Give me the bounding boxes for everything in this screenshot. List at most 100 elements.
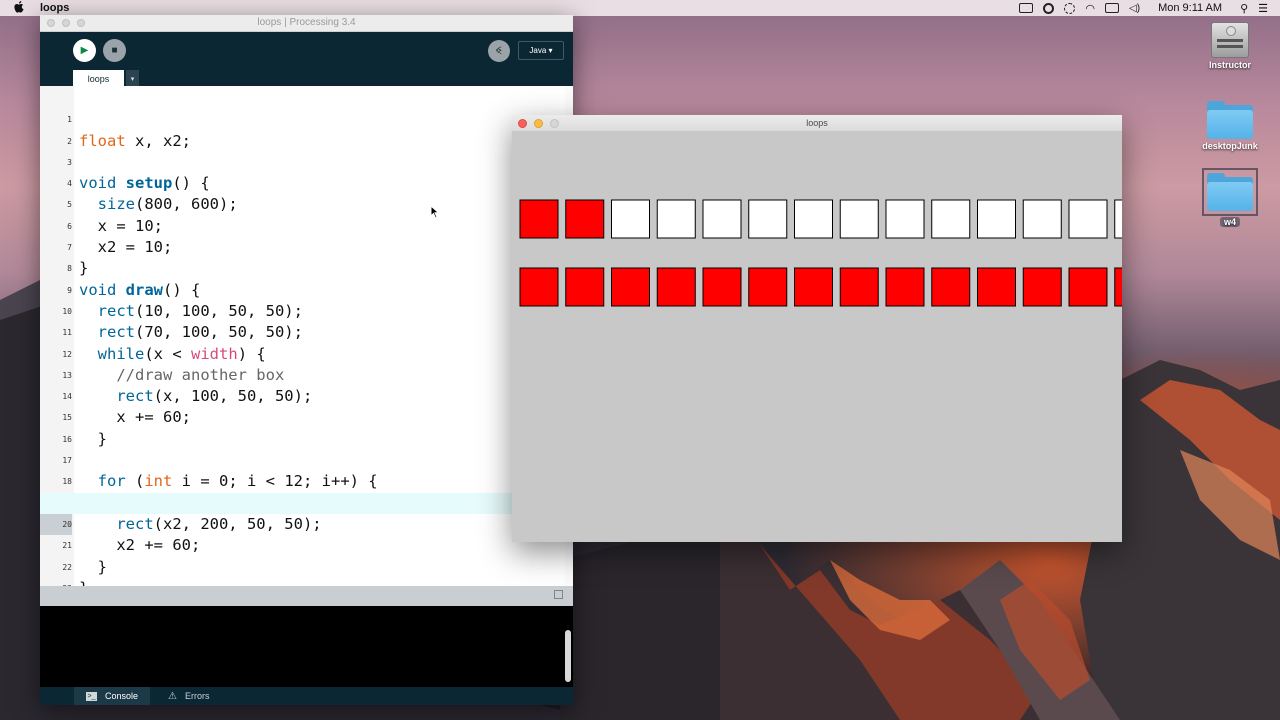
sketch-rect-row2 xyxy=(885,267,925,307)
code-line[interactable]: 11 while(x < width) { xyxy=(40,301,565,362)
code-line[interactable]: 22 } xyxy=(40,535,565,591)
mode-selector[interactable]: Java ▾ xyxy=(518,41,564,60)
status-area: ◠ ◁) Mon 9:11 AM ⚲ ☰ xyxy=(1019,0,1280,16)
code-line[interactable]: 13 rect(x, 100, 50, 50); xyxy=(40,344,565,405)
folder-icon xyxy=(1202,168,1258,216)
minimize-window-icon[interactable] xyxy=(62,19,70,27)
console-tabs: >_ Console ⚠ Errors xyxy=(40,687,573,705)
app-name[interactable]: loops xyxy=(40,2,69,14)
sketch-window-title: loops xyxy=(806,118,828,128)
apple-menu-icon[interactable] xyxy=(14,0,28,16)
sketch-rect-row1 xyxy=(931,199,971,239)
sketch-rect-row2 xyxy=(1068,267,1108,307)
ide-window-title: loops | Processing 3.4 xyxy=(257,17,356,28)
code-line-current[interactable]: 20 x2 += 60; xyxy=(40,492,565,554)
mouse-cursor-icon xyxy=(430,205,440,219)
code-line[interactable]: 18 fill(255,0,0); xyxy=(40,450,565,511)
sketch-rect-row1 xyxy=(519,199,559,239)
sketch-window: loops xyxy=(512,115,1154,542)
tab-console[interactable]: >_ Console xyxy=(74,687,151,705)
sketch-rect-row2 xyxy=(656,267,696,307)
zoom-window-icon[interactable] xyxy=(550,119,559,128)
sketch-rect-row1 xyxy=(702,199,742,239)
play-icon: ▶ xyxy=(80,45,89,56)
ide-toolbar: ▶ ■ ꔽ Java ▾ xyxy=(40,32,573,70)
close-window-icon[interactable] xyxy=(518,119,527,128)
code-line[interactable]: 2 xyxy=(40,109,565,146)
code-line[interactable]: 4 size(800, 600); xyxy=(40,152,565,213)
message-area xyxy=(40,586,573,606)
code-line[interactable]: 10 rect(70, 100, 50, 50); xyxy=(40,280,565,341)
airplay-icon[interactable] xyxy=(1105,3,1120,13)
console-scrollbar[interactable] xyxy=(565,630,571,682)
code-line[interactable]: 23 xyxy=(40,557,565,591)
sketch-rect-row2 xyxy=(794,267,833,307)
copy-icon[interactable] xyxy=(554,590,563,599)
code-line[interactable]: 19 rect(x2, 200, 50, 50); xyxy=(40,471,565,533)
sketch-rect-row2 xyxy=(519,267,559,307)
code-line[interactable]: 16 xyxy=(40,408,565,444)
sketch-rect-row1 xyxy=(794,199,833,239)
warning-icon: ⚠ xyxy=(168,690,177,702)
code-editor[interactable]: 1 float x, x2; 2 3 void setup() { 4 size… xyxy=(40,86,565,591)
desktop-icon-label: desktopJunk xyxy=(1202,141,1258,151)
code-line[interactable]: 12 //draw another box xyxy=(40,322,565,384)
desktop-icon-label: w4 xyxy=(1219,217,1240,227)
code-line[interactable]: 7 } xyxy=(40,216,565,277)
close-window-icon[interactable] xyxy=(47,19,55,27)
desktop-icon-instructor[interactable]: Instructor xyxy=(1195,22,1265,70)
screen-recording-icon[interactable] xyxy=(1019,3,1034,13)
code-line[interactable]: 1 float x, x2; xyxy=(40,88,565,149)
sketch-rect-row2 xyxy=(611,267,650,307)
desktop-icon-desktopjunk[interactable]: desktopJunk xyxy=(1195,101,1265,151)
sketch-rect-row1 xyxy=(611,199,650,239)
sketch-rect-row2 xyxy=(931,267,971,307)
sketch-rect-row1 xyxy=(1068,199,1108,239)
wifi-icon[interactable]: ◠ xyxy=(1085,2,1095,15)
sync-icon[interactable] xyxy=(1064,2,1076,14)
code-line[interactable]: 6 x2 = 10; xyxy=(40,195,565,256)
sketch-rect-row1 xyxy=(839,199,879,239)
sketch-titlebar[interactable]: loops xyxy=(512,115,1122,132)
console-output[interactable] xyxy=(40,606,573,687)
zoom-window-icon[interactable] xyxy=(77,19,85,27)
sketch-rect-row1 xyxy=(1114,199,1154,239)
desktop-icon-w4[interactable]: w4 xyxy=(1195,168,1265,230)
code-line[interactable]: 3 void setup() { xyxy=(40,131,565,192)
run-button[interactable]: ▶ xyxy=(73,39,96,62)
spotlight-icon[interactable]: ⚲ xyxy=(1240,2,1248,15)
butterfly-icon: ꔽ xyxy=(495,45,503,57)
tab-console-label: Console xyxy=(105,691,139,701)
sketch-rect-row1 xyxy=(656,199,696,239)
code-line[interactable]: 8 void draw() { xyxy=(40,237,565,298)
sketch-canvas[interactable] xyxy=(512,131,1154,542)
code-line[interactable]: 21 } xyxy=(40,514,565,575)
code-line[interactable]: 5 x = 10; xyxy=(40,173,565,234)
menu-bar: loops ◠ ◁) Mon 9:11 AM ⚲ ☰ xyxy=(0,0,1280,16)
code-line[interactable]: 17 for (int i = 0; i < 12; i++) { xyxy=(40,429,565,490)
sketch-tabs: loops ▾ xyxy=(40,70,573,87)
volume-icon[interactable]: ◁) xyxy=(1129,3,1140,14)
code-line[interactable]: 9 rect(10, 100, 50, 50); xyxy=(40,258,565,320)
sketch-rect-row1 xyxy=(565,199,605,239)
code-line[interactable]: 14 x += 60; xyxy=(40,365,565,426)
creative-cloud-icon[interactable] xyxy=(1043,2,1055,14)
clock[interactable]: Mon 9:11 AM xyxy=(1158,2,1222,14)
sketch-rect-row1 xyxy=(885,199,925,239)
tab-loops[interactable]: loops xyxy=(73,70,124,87)
code-line[interactable]: 15 } xyxy=(40,386,565,447)
notification-center-icon[interactable]: ☰ xyxy=(1258,2,1268,15)
debug-button[interactable]: ꔽ xyxy=(488,40,510,62)
tab-errors[interactable]: ⚠ Errors xyxy=(162,687,215,705)
processing-ide-window: loops | Processing 3.4 ▶ ■ ꔽ Java ▾ loop… xyxy=(40,15,573,705)
stop-button[interactable]: ■ xyxy=(103,39,126,62)
sketch-rect-row1 xyxy=(977,199,1016,239)
tab-menu-button[interactable]: ▾ xyxy=(126,70,139,87)
hard-drive-icon xyxy=(1211,22,1249,58)
console-icon: >_ xyxy=(86,691,97,701)
ide-titlebar[interactable]: loops | Processing 3.4 xyxy=(40,15,573,32)
sketch-rect-row2 xyxy=(565,267,605,307)
sketch-rect-row2 xyxy=(1114,267,1154,307)
sketch-rect-row1 xyxy=(748,199,788,239)
minimize-window-icon[interactable] xyxy=(534,119,543,128)
